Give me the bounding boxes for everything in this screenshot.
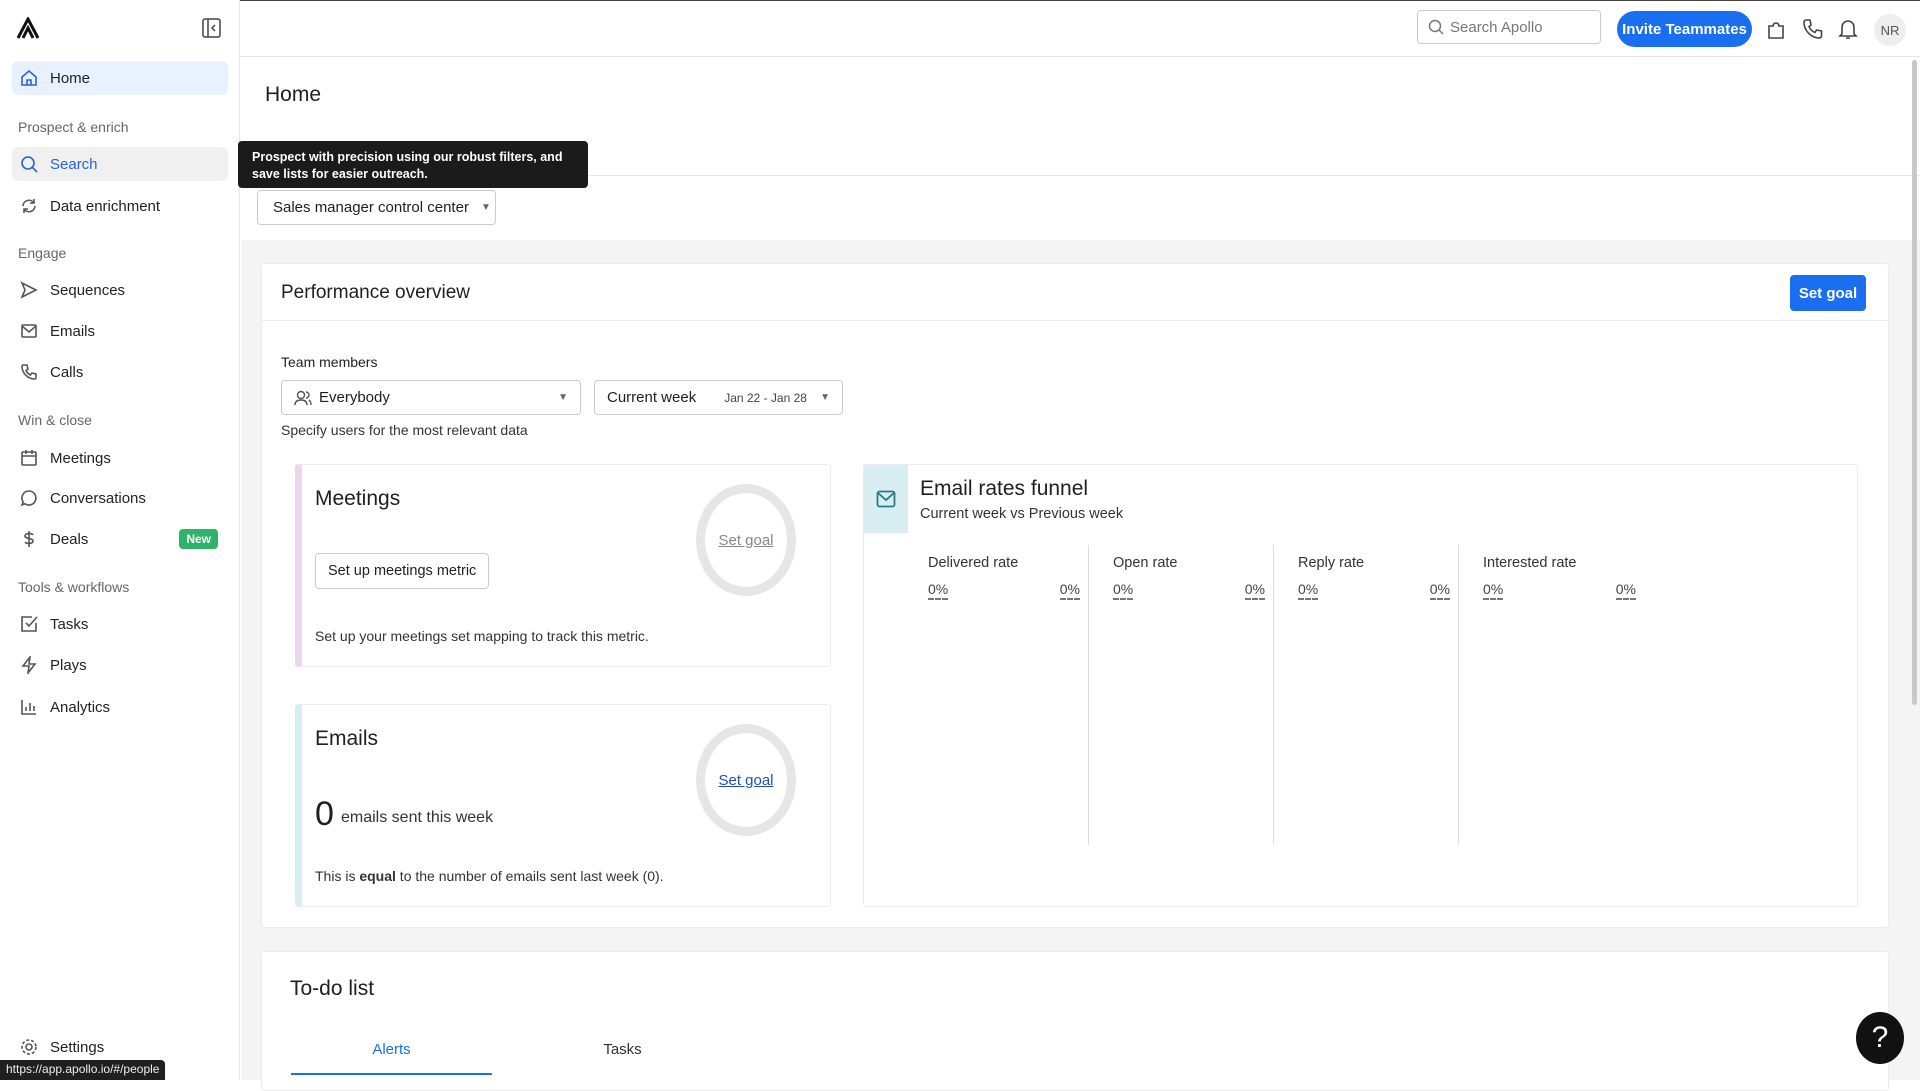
dollar-icon [24,531,34,547]
todo-card: To-do list Alerts Tasks [261,951,1889,1091]
sidebar-item-emails[interactable]: Emails [12,314,228,348]
section-engage: Engage [18,245,67,261]
send-icon [20,281,38,299]
apollo-logo-icon[interactable] [16,17,40,39]
scrollbar[interactable] [1912,60,1917,705]
calendar-icon [21,450,37,466]
meetings-note: Set up your meetings set mapping to trac… [315,628,649,644]
emails-count: 0 [315,795,334,833]
sidebar-item-search[interactable]: Search [12,147,228,181]
puzzle-icon[interactable] [1765,18,1787,40]
users-icon [294,390,312,405]
caret-down-icon: ▼ [480,202,491,213]
sidebar-item-sequences[interactable]: Sequences [12,273,228,307]
current-value: 0% [1298,581,1319,600]
gear-icon [21,1039,37,1055]
sidebar-item-data-enrichment[interactable]: Data enrichment [12,189,228,223]
sidebar-item-conversations[interactable]: Conversations [12,481,228,515]
avatar[interactable]: NR [1874,14,1906,46]
section-tools: Tools & workflows [18,579,130,595]
help-button[interactable]: ? [1856,1012,1904,1064]
status-bar-url: https://app.apollo.io/#/people [0,1060,166,1080]
sidebar-item-deals[interactable]: Deals New [12,522,228,556]
section-win-close: Win & close [18,412,92,428]
section-title: Performance overview [281,282,471,303]
sidebar-item-meetings[interactable]: Meetings [12,441,228,475]
checkbox-icon [21,616,38,632]
divider [262,320,1888,321]
sidebar-item-analytics[interactable]: Analytics [12,690,228,724]
sidebar-item-settings[interactable]: Settings [12,1030,228,1064]
current-value: 0% [1113,581,1134,600]
home-icon [21,69,37,86]
section-prospect: Prospect & enrich [18,119,129,135]
emails-card: Emails 0 emails sent this week This is e… [295,704,831,907]
period-select[interactable]: Current week Jan 22 - Jan 28 ▼ [594,380,843,415]
sidebar-item-home[interactable]: Home [12,61,228,95]
caret-down-icon: ▼ [558,392,568,403]
funnel-column-reply: Reply rate 0% 0% [1274,545,1459,845]
search-input[interactable]: Search Apollo [1417,10,1601,44]
previous-value: 0% [1059,581,1080,600]
set-goal-button[interactable]: Set goal [1790,275,1866,311]
lightning-icon [21,656,37,674]
chat-bubble-icon [20,490,37,507]
todo-title: To-do list [290,977,375,1000]
emails-count-label: emails sent this week [341,809,494,826]
page-title: Home [265,83,322,106]
meetings-card: Meetings Set up meetings metric Set up y… [295,464,831,667]
sidebar-item-tasks[interactable]: Tasks [12,607,228,641]
phone-icon[interactable] [1802,18,1824,40]
funnel-column-delivered: Delivered rate 0% 0% [904,545,1089,845]
previous-value: 0% [1244,581,1265,600]
team-hint: Specify users for the most relevant data [281,422,528,438]
mail-icon [876,490,896,508]
funnel-subtitle: Current week vs Previous week [920,506,1124,522]
phone-icon [21,364,37,380]
previous-value: 0% [1429,581,1450,600]
email-rates-funnel-card: Email rates funnel Current week vs Previ… [863,464,1858,907]
current-value: 0% [928,581,949,600]
funnel-column-open: Open rate 0% 0% [1089,545,1274,845]
team-members-select[interactable]: Everybody ▼ [281,380,581,415]
previous-value: 0% [1615,581,1636,600]
sidebar-item-calls[interactable]: Calls [12,355,228,389]
emails-title: Emails [315,727,379,750]
dashboard-select[interactable]: Sales manager control center ▼ [257,190,496,225]
collapse-sidebar-icon[interactable] [202,18,221,38]
question-mark-icon: ? [1871,1021,1889,1054]
tooltip: Prospect with precision using our robust… [238,141,588,188]
refresh-icon [22,199,36,213]
search-icon [1428,19,1444,35]
search-icon [21,156,38,173]
sidebar: Home Prospect & enrich Search Data enric… [0,0,240,1080]
bar-chart-icon [21,700,36,715]
performance-overview-card: Performance overview Set goal Team membe… [261,263,1889,928]
team-members-label: Team members [281,354,378,370]
emails-note: This is equal to the number of emails se… [315,868,664,884]
set-up-meetings-metric-button[interactable]: Set up meetings metric [315,553,490,589]
tab-alerts[interactable]: Alerts [291,1038,492,1075]
mail-icon-box [864,465,908,533]
caret-down-icon: ▼ [820,392,830,403]
invite-teammates-button[interactable]: Invite Teammates [1617,11,1752,47]
funnel-column-interested: Interested rate 0% 0% [1459,545,1644,845]
new-badge: New [179,529,218,549]
bell-icon[interactable] [1837,18,1859,40]
current-value: 0% [1483,581,1504,600]
meetings-title: Meetings [315,487,401,510]
emails-set-goal-link[interactable]: Set goal [696,724,796,836]
mail-icon [21,324,37,338]
sidebar-item-plays[interactable]: Plays [12,648,228,682]
tab-tasks[interactable]: Tasks [522,1038,723,1075]
meetings-set-goal-link[interactable]: Set goal [696,484,796,596]
funnel-title: Email rates funnel [920,477,1089,500]
